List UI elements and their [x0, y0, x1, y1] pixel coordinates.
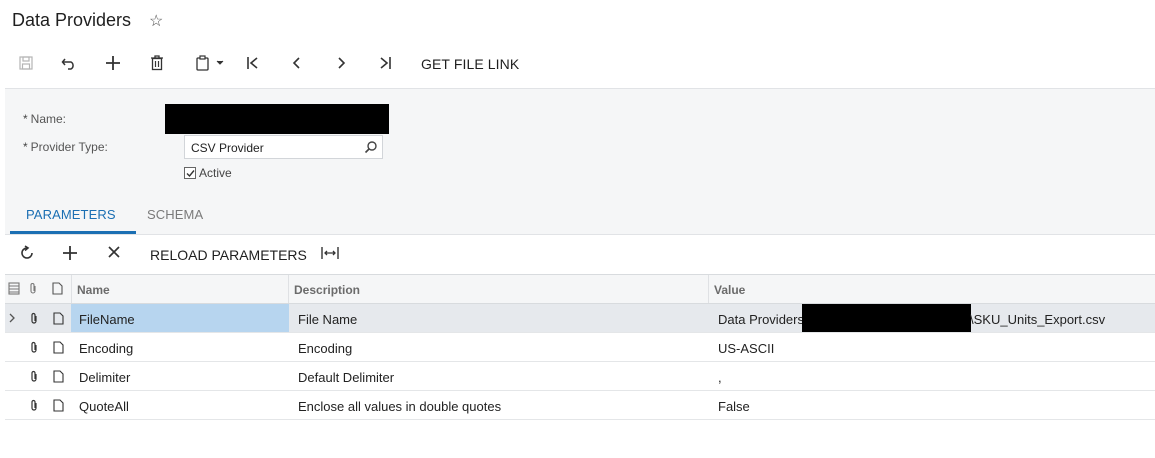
add-button[interactable] — [103, 50, 123, 76]
attachment-icon[interactable] — [29, 341, 39, 354]
trash-icon — [151, 55, 163, 71]
attachment-header-icon — [28, 282, 38, 298]
attachment-icon[interactable] — [29, 399, 39, 412]
cell-value[interactable]: US-ASCII — [713, 333, 1155, 361]
cell-name[interactable]: Encoding — [71, 333, 289, 361]
note-icon[interactable] — [53, 370, 64, 383]
table-row[interactable]: FileName File Name Data Providers \SKU_U… — [5, 304, 1155, 333]
cell-name[interactable]: FileName — [71, 304, 289, 332]
column-header-name[interactable]: Name — [71, 275, 289, 303]
name-label: * Name: — [23, 112, 66, 126]
get-file-link-button[interactable]: GET FILE LINK — [421, 56, 519, 72]
provider-type-label: * Provider Type: — [23, 140, 108, 154]
cell-description[interactable]: Encoding — [293, 333, 709, 361]
main-toolbar: GET FILE LINK — [0, 42, 1155, 86]
chevron-right-icon — [338, 57, 346, 69]
save-icon — [19, 56, 33, 70]
column-header-description[interactable]: Description — [289, 275, 709, 303]
checkmark-icon — [186, 170, 195, 178]
first-record-button[interactable] — [243, 50, 263, 76]
active-checkbox[interactable] — [184, 167, 196, 179]
note-icon[interactable] — [53, 341, 64, 354]
table-row[interactable]: Encoding Encoding US-ASCII — [5, 333, 1155, 362]
attachment-icon[interactable] — [29, 370, 39, 383]
page-title: Data Providers — [12, 10, 132, 30]
provider-type-value: CSV Provider — [191, 141, 264, 155]
close-icon — [108, 246, 120, 258]
grid-toolbar: RELOAD PARAMETERS — [5, 234, 1155, 274]
note-icon[interactable] — [53, 399, 64, 412]
value-prefix: Data Providers — [718, 312, 804, 327]
attachment-icon[interactable] — [29, 312, 39, 325]
chevron-right-icon — [9, 313, 15, 323]
last-record-button[interactable] — [375, 50, 395, 76]
required-mark: * — [23, 140, 28, 154]
undo-icon — [61, 58, 74, 70]
value-suffix: \SKU_Units_Export.csv — [970, 312, 1106, 327]
parameters-grid: Name Description Value FileName File Nam… — [5, 274, 1155, 420]
plus-icon — [106, 56, 120, 70]
next-record-button[interactable] — [331, 50, 351, 76]
tab-bar: PARAMETERS SCHEMA — [5, 200, 1155, 234]
cell-description[interactable]: Enclose all values in double quotes — [293, 391, 709, 419]
column-header-value[interactable]: Value — [709, 275, 1155, 303]
clipboard-icon — [196, 55, 209, 71]
chevron-down-icon — [216, 60, 224, 65]
search-icon[interactable] — [364, 140, 378, 154]
tab-parameters[interactable]: PARAMETERS — [26, 207, 116, 222]
table-row[interactable]: QuoteAll Enclose all values in double qu… — [5, 391, 1155, 420]
first-icon — [247, 57, 258, 69]
fit-columns-button[interactable] — [321, 246, 339, 263]
value-redacted — [802, 304, 971, 332]
add-row-button[interactable] — [62, 245, 78, 264]
favorite-star-icon[interactable]: ☆ — [149, 11, 163, 31]
grid-header: Name Description Value — [5, 275, 1155, 304]
note-header-icon — [52, 282, 63, 298]
cell-description[interactable]: File Name — [293, 304, 709, 332]
cell-value[interactable]: False — [713, 391, 1155, 419]
cell-name[interactable]: Delimiter — [71, 362, 289, 390]
required-mark: * — [23, 112, 28, 126]
tab-schema[interactable]: SCHEMA — [147, 207, 203, 222]
name-label-text: Name: — [30, 112, 67, 126]
cell-description[interactable]: Default Delimiter — [293, 362, 709, 390]
delete-button[interactable] — [147, 50, 167, 76]
active-label: Active — [199, 166, 232, 180]
chevron-left-icon — [292, 57, 300, 69]
reload-parameters-button[interactable]: RELOAD PARAMETERS — [150, 247, 307, 263]
delete-row-button[interactable] — [107, 245, 121, 262]
note-icon[interactable] — [53, 312, 64, 325]
refresh-button[interactable] — [19, 245, 35, 264]
refresh-icon — [21, 245, 33, 259]
cell-name[interactable]: QuoteAll — [71, 391, 289, 419]
row-selector-header-icon[interactable] — [8, 282, 20, 298]
page-title-bar: Data Providers ☆ — [0, 0, 1155, 42]
previous-record-button[interactable] — [287, 50, 307, 76]
last-icon — [380, 57, 391, 69]
fit-to-width-icon — [321, 247, 339, 259]
provider-type-label-text: Provider Type: — [30, 140, 108, 154]
save-button[interactable] — [16, 50, 36, 76]
undo-button[interactable] — [59, 50, 79, 76]
cell-value[interactable]: , — [713, 362, 1155, 390]
plus-icon — [63, 246, 77, 260]
name-field-redacted[interactable] — [165, 104, 389, 134]
table-row[interactable]: Delimiter Default Delimiter , — [5, 362, 1155, 391]
copy-paste-button[interactable] — [191, 50, 229, 76]
provider-type-field[interactable]: CSV Provider — [184, 135, 383, 159]
